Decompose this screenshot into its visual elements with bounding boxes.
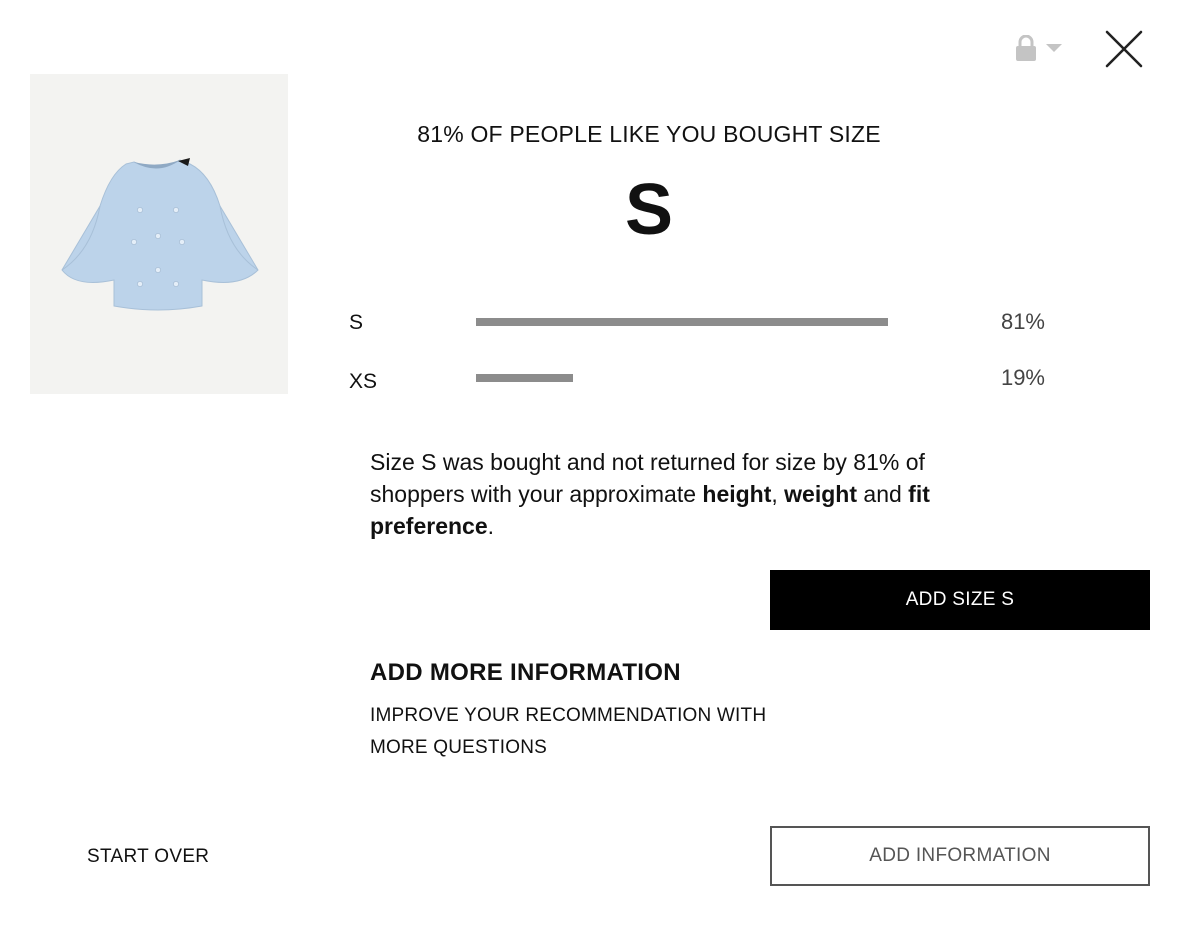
size-distribution-row: XS 19% — [349, 363, 1049, 393]
height-term: height — [702, 481, 772, 507]
add-size-button[interactable]: ADD SIZE S — [770, 570, 1150, 630]
start-over-button[interactable]: START OVER — [87, 846, 209, 868]
size-percent: 81% — [1000, 309, 1045, 334]
recommendation-explanation: Size S was bought and not returned for s… — [370, 449, 930, 539]
size-percent: 19% — [1000, 365, 1045, 390]
distribution-bar — [476, 318, 888, 326]
recommendation-headline: 81% OF PEOPLE LIKE YOU BOUGHT SIZE — [417, 121, 881, 147]
distribution-bar-track — [476, 318, 888, 326]
weight-term: weight — [784, 481, 858, 507]
size-label: XS — [349, 370, 378, 393]
lock-dropdown[interactable] — [1015, 35, 1062, 61]
add-more-info-title: ADD MORE INFORMATION — [370, 659, 681, 686]
product-image — [30, 74, 288, 394]
recommended-size: S — [624, 170, 674, 250]
blouse-image — [61, 158, 259, 311]
add-information-button[interactable]: ADD INFORMATION — [770, 826, 1150, 886]
lock-icon — [1016, 35, 1036, 61]
close-icon[interactable] — [1104, 28, 1144, 68]
chevron-down-icon — [1046, 44, 1062, 52]
size-distribution-row: S 81% — [349, 307, 1049, 337]
size-label: S — [349, 311, 364, 334]
distribution-bar — [476, 374, 573, 382]
add-more-info-subtitle: IMPROVE YOUR RECOMMENDATION WITH MORE QU… — [370, 705, 767, 758]
distribution-bar-track — [476, 374, 888, 382]
top-controls — [1015, 28, 1144, 68]
